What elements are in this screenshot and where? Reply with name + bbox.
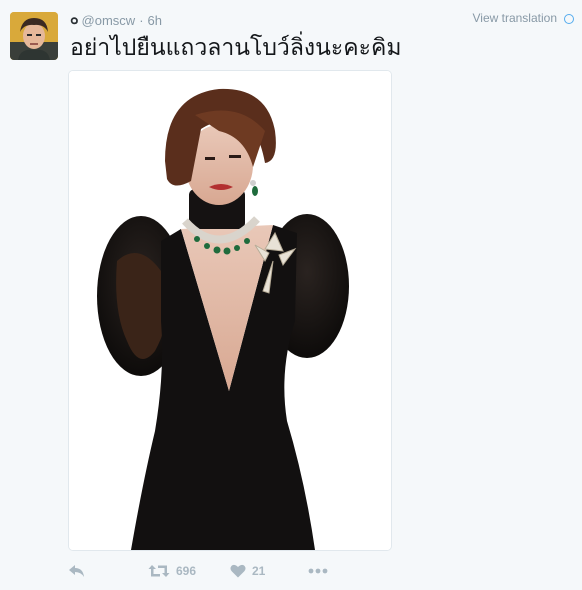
photo-image — [69, 71, 391, 550]
avatar-image — [10, 12, 58, 60]
reply-icon — [69, 565, 84, 577]
like-count: 21 — [252, 564, 266, 578]
display-name[interactable]: ๐ — [70, 9, 79, 31]
retweet-count: 696 — [176, 564, 197, 578]
avatar[interactable] — [10, 12, 58, 60]
retweet-icon — [148, 565, 170, 577]
more-button[interactable] — [308, 560, 328, 582]
heart-icon — [230, 564, 246, 578]
tweet-actions: 696 21 — [68, 560, 368, 582]
view-translation-link[interactable]: View translation — [473, 11, 558, 25]
tweet-photo[interactable] — [68, 70, 392, 551]
like-button[interactable]: 21 — [230, 560, 265, 582]
reply-button[interactable] — [68, 560, 86, 582]
retweet-button[interactable]: 696 — [148, 560, 196, 582]
more-icon — [308, 568, 328, 574]
username[interactable]: @omscw — [82, 13, 136, 28]
tweet-header: ๐ @omscw · 6h — [70, 11, 162, 29]
tweet: ๐ @omscw · 6h View translation อย่าไปยืน… — [0, 0, 582, 590]
timestamp[interactable]: 6h — [148, 13, 162, 28]
separator: · — [139, 12, 144, 28]
tweet-text: อย่าไปยืนแถวลานโบว์ลิ่งนะคะคิม — [70, 34, 402, 60]
globe-icon — [564, 14, 574, 24]
